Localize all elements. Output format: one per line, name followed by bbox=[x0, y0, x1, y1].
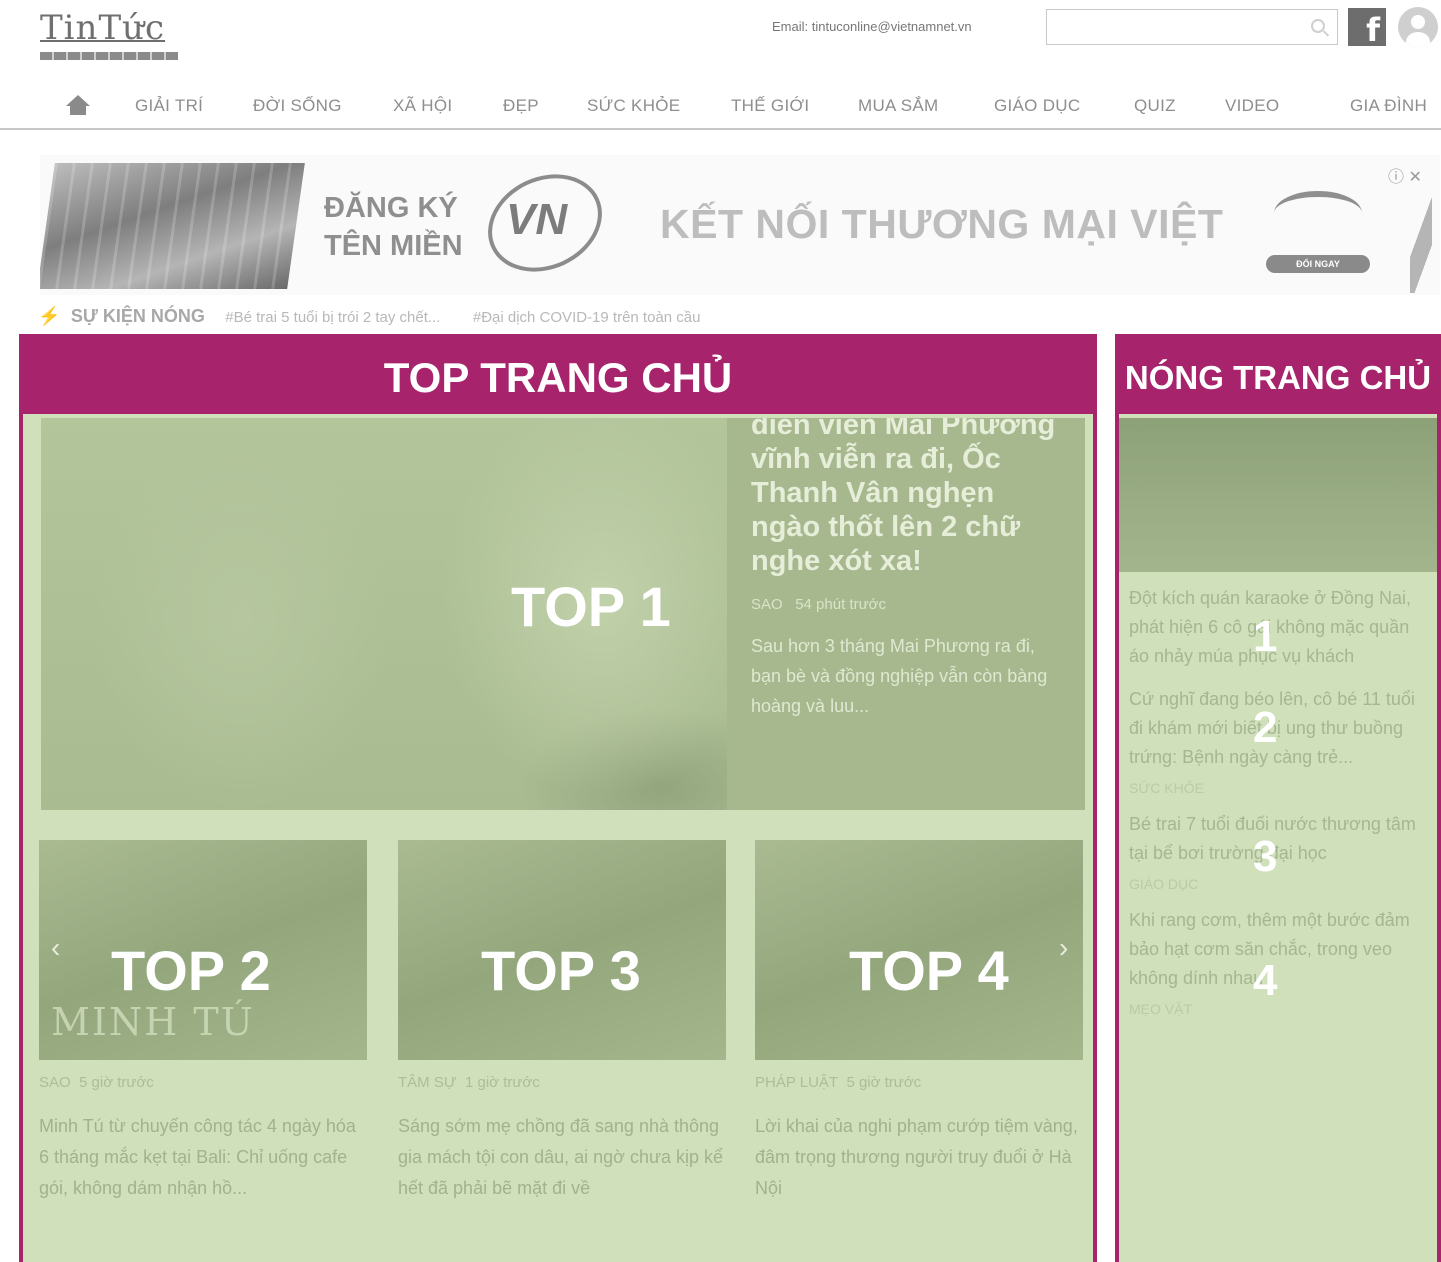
nong-trang-chu-panel: NÓNG TRANG CHỦ Đột kích quán karaoke ở Đ… bbox=[1115, 334, 1441, 1262]
card-title[interactable]: Lời khai của nghi phạm cướp tiệm vàng, đ… bbox=[755, 1111, 1083, 1204]
panel-title: TOP TRANG CHỦ bbox=[23, 338, 1093, 414]
hot-tag[interactable]: #Bé trai 5 tuổi bị trói 2 tay chết... bbox=[225, 309, 440, 326]
rank-number: 2 bbox=[1253, 703, 1278, 752]
top1-meta: SAO 54 phút trước bbox=[751, 596, 1061, 613]
nav-item-quiz[interactable]: QUIZ bbox=[1134, 96, 1176, 116]
home-icon[interactable] bbox=[66, 95, 90, 117]
search-icon[interactable] bbox=[1311, 19, 1325, 33]
logo-subline bbox=[40, 52, 178, 60]
nav-item-mua-sam[interactable]: MUA SẮM bbox=[858, 96, 939, 116]
card-title[interactable]: Sáng sớm mẹ chồng đã sang nhà thông gia … bbox=[398, 1111, 726, 1204]
nav-item-doi-song[interactable]: ĐỜI SỐNG bbox=[253, 96, 342, 116]
main-nav: GIẢI TRÍ ĐỜI SỐNG XÃ HỘI ĐẸP SỨC KHỎE TH… bbox=[0, 82, 1441, 130]
site-header: TinTức Email: tintuconline@vietnamnet.vn… bbox=[0, 0, 1441, 62]
badge-button[interactable]: ĐỔI NGAY bbox=[1266, 255, 1370, 273]
banner-badge: ĐỔI NGAY bbox=[1266, 185, 1370, 277]
side-item-title[interactable]: Khi rang cơm, thêm một bước đảm bảo hạt … bbox=[1129, 906, 1429, 993]
hot-events-bar: ⚡ SỰ KIỆN NÓNG #Bé trai 5 tuổi bị trói 2… bbox=[38, 306, 728, 327]
top3-label: TOP 3 bbox=[481, 939, 641, 1002]
card-category[interactable]: TÂM SỰ bbox=[398, 1074, 457, 1091]
top1-category[interactable]: SAO bbox=[751, 596, 783, 613]
banner-image-texture bbox=[40, 163, 305, 289]
side-feature-image[interactable] bbox=[1119, 418, 1437, 572]
nav-item-gia-dinh[interactable]: GIA ĐÌNH bbox=[1350, 96, 1427, 116]
rank-number: 1 bbox=[1253, 612, 1278, 661]
top4-card[interactable]: PHÁP LUẬT 5 giờ trước Lời khai của nghi … bbox=[755, 840, 1083, 1204]
card-time: 5 giờ trước bbox=[79, 1074, 154, 1091]
nav-item-giao-duc[interactable]: GIÁO DỤC bbox=[994, 96, 1080, 116]
top2-image-caption: MINH TÚ bbox=[51, 1000, 255, 1044]
banner-edge-graphic bbox=[1410, 193, 1432, 293]
site-logo[interactable]: TinTức bbox=[40, 10, 180, 62]
top1-label: TOP 1 bbox=[511, 575, 671, 638]
facebook-icon[interactable]: f bbox=[1348, 8, 1386, 46]
nav-item-dep[interactable]: ĐẸP bbox=[503, 96, 539, 116]
side-item[interactable]: Bé trai 7 tuổi đuối nước thương tâm tại … bbox=[1129, 810, 1429, 892]
nav-item-video[interactable]: VIDEO bbox=[1225, 96, 1279, 116]
top2-card[interactable]: MINH TÚ SAO 5 giờ trước Minh Tú từ chuyế… bbox=[39, 840, 367, 1204]
card-time: 5 giờ trước bbox=[846, 1074, 922, 1091]
panel-title: NÓNG TRANG CHỦ bbox=[1119, 338, 1437, 414]
side-item[interactable]: Cứ nghĩ đang béo lên, cô bé 11 tuổi đi k… bbox=[1129, 685, 1429, 796]
close-icon[interactable]: ⓘ ✕ bbox=[1388, 163, 1422, 187]
avatar-icon[interactable] bbox=[1398, 7, 1438, 47]
side-item-title[interactable]: Đột kích quán karaoke ở Đồng Nai, phát h… bbox=[1129, 584, 1429, 671]
search-box bbox=[1046, 9, 1338, 45]
hot-tag[interactable]: #Đại dịch COVID-19 trên toàn cầu bbox=[473, 309, 701, 326]
chevron-right-icon[interactable]: › bbox=[1059, 932, 1068, 964]
card-time: 1 giờ trước bbox=[465, 1074, 540, 1091]
top2-label: TOP 2 bbox=[111, 939, 271, 1002]
rank-number: 3 bbox=[1253, 832, 1278, 881]
hot-events-title: SỰ KIỆN NÓNG bbox=[70, 306, 205, 326]
banner-headline: KẾT NỐI THƯƠNG MẠI VIỆT bbox=[660, 201, 1224, 247]
banner-ad[interactable]: ĐĂNG KÝ TÊN MIỀN VN KẾT NỐI THƯƠNG MẠI V… bbox=[40, 155, 1440, 295]
nav-item-giai-tri[interactable]: GIẢI TRÍ bbox=[135, 96, 203, 116]
top3-card[interactable]: TÂM SỰ 1 giờ trước Sáng sớm mẹ chồng đã … bbox=[398, 840, 726, 1204]
banner-register-text: ĐĂNG KÝ TÊN MIỀN bbox=[324, 192, 463, 262]
card-meta: PHÁP LUẬT 5 giờ trước bbox=[755, 1074, 1083, 1091]
side-item-title[interactable]: Cứ nghĩ đang béo lên, cô bé 11 tuổi đi k… bbox=[1129, 685, 1429, 772]
lightning-icon: ⚡ bbox=[38, 306, 61, 326]
side-item[interactable]: Đột kích quán karaoke ở Đồng Nai, phát h… bbox=[1129, 584, 1429, 671]
badge-arc bbox=[1274, 191, 1362, 235]
top4-label: TOP 4 bbox=[849, 939, 1009, 1002]
search-input[interactable] bbox=[1047, 10, 1297, 44]
top1-time: 54 phút trước bbox=[795, 596, 886, 613]
nav-item-the-gioi[interactable]: THẾ GIỚI bbox=[731, 96, 809, 116]
card-title[interactable]: Minh Tú từ chuyến công tác 4 ngày hóa 6 … bbox=[39, 1111, 367, 1204]
logo-text: TinTức bbox=[40, 8, 166, 48]
card-meta: SAO 5 giờ trước bbox=[39, 1074, 367, 1091]
nav-item-suc-khoe[interactable]: SỨC KHỎE bbox=[587, 96, 680, 116]
side-item-category[interactable]: MẸO VẶT bbox=[1129, 1001, 1429, 1017]
side-item-category[interactable]: GIÁO DỤC bbox=[1129, 876, 1429, 892]
vn-logo-text: VN bbox=[506, 195, 568, 244]
card-meta: TÂM SỰ 1 giờ trước bbox=[398, 1074, 726, 1091]
chevron-left-icon[interactable]: ‹ bbox=[51, 932, 60, 964]
side-item-title[interactable]: Bé trai 7 tuổi đuối nước thương tâm tại … bbox=[1129, 810, 1429, 868]
top1-description: Sau hơn 3 tháng Mai Phương ra đi, bạn bè… bbox=[751, 636, 1048, 716]
side-item[interactable]: Khi rang cơm, thêm một bước đảm bảo hạt … bbox=[1129, 906, 1429, 1017]
top-trang-chu-panel: TOP TRANG CHỦ diễn viên Mai Phương vĩnh … bbox=[19, 334, 1097, 1262]
rank-number: 4 bbox=[1253, 956, 1278, 1005]
card-category[interactable]: PHÁP LUẬT bbox=[755, 1074, 838, 1091]
side-list: Đột kích quán karaoke ở Đồng Nai, phát h… bbox=[1129, 584, 1429, 1031]
card-category[interactable]: SAO bbox=[39, 1074, 71, 1091]
side-item-category[interactable]: SỨC KHỎE bbox=[1129, 780, 1429, 796]
top1-title[interactable]: diễn viên Mai Phương vĩnh viễn ra đi, Ốc… bbox=[751, 418, 1061, 578]
top1-text-box: diễn viên Mai Phương vĩnh viễn ra đi, Ốc… bbox=[727, 418, 1085, 810]
contact-email: Email: tintuconline@vietnamnet.vn bbox=[772, 19, 972, 34]
nav-item-xa-hoi[interactable]: XÃ HỘI bbox=[393, 96, 452, 116]
